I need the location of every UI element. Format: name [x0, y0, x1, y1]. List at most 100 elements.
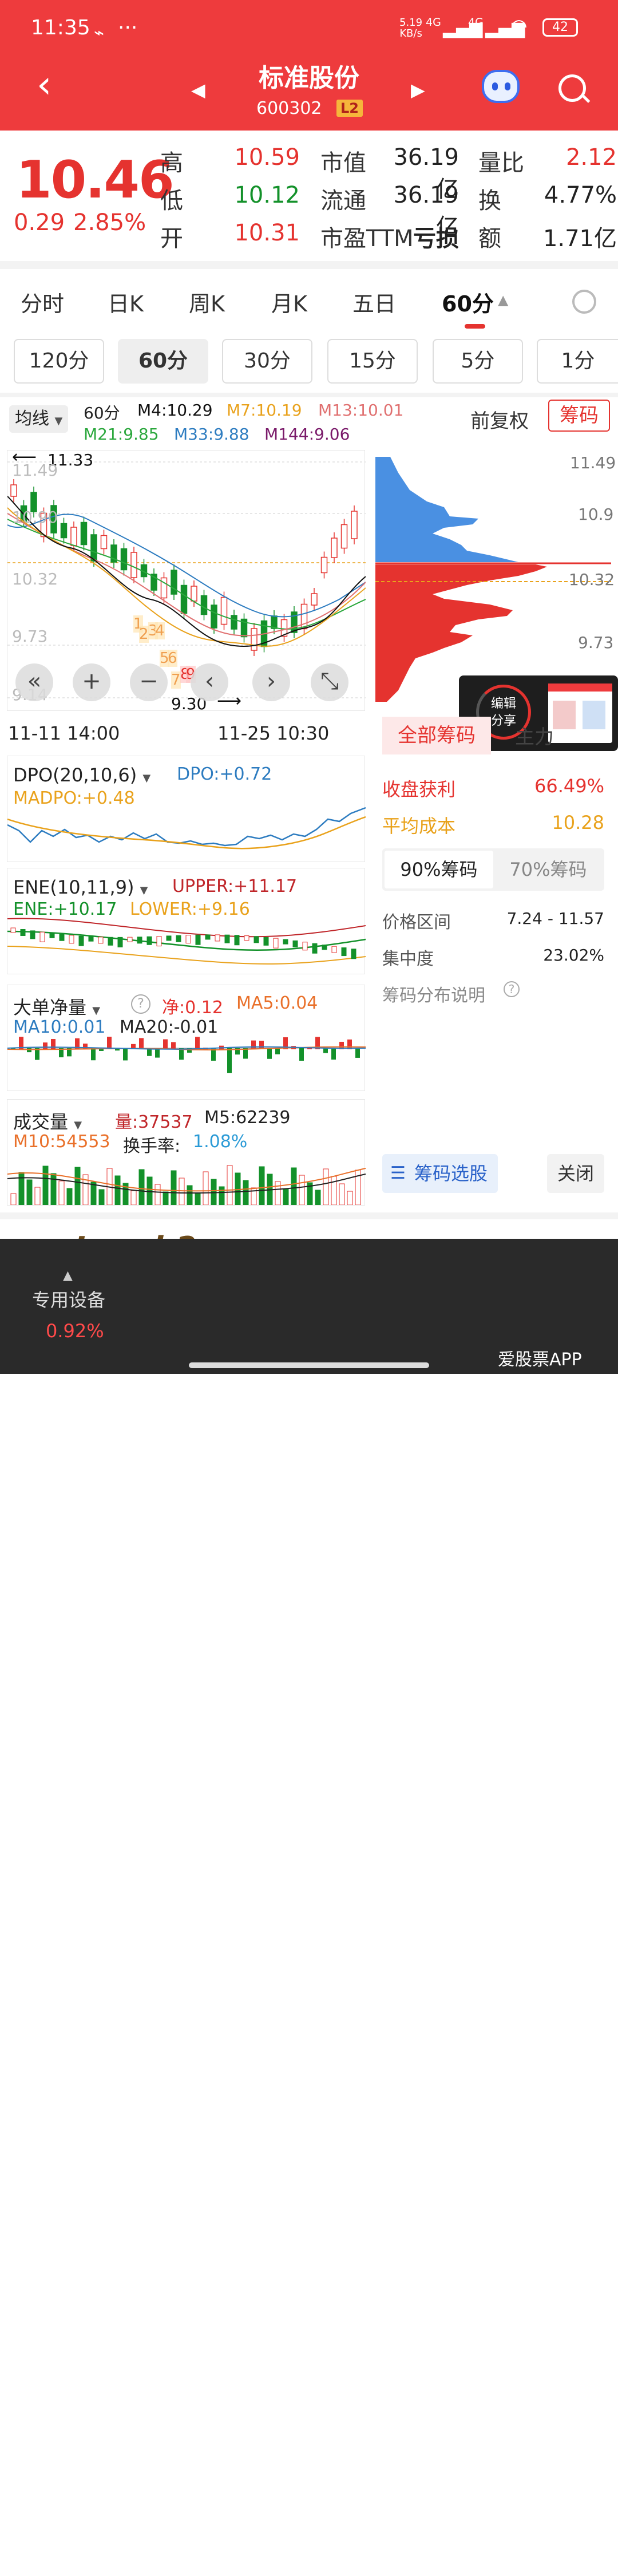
candle [215, 934, 220, 942]
volume-panel: 成交量 ▼ 量:37537 M5:62239 M10:54553 换手率: 1.… [7, 1099, 366, 1206]
tab-all-chips[interactable]: 全部筹码 [382, 717, 491, 754]
volume-bar [187, 1185, 193, 1205]
robot-assistant-icon[interactable] [482, 70, 520, 103]
candle [351, 511, 358, 539]
chip-percent-toggle: 90%筹码 70%筹码 [382, 848, 604, 891]
kline-panel: ⟵ 11.33 11.49 10.90 10.32 9.73 9.14 9.30… [7, 447, 366, 713]
zoom-in-button[interactable]: + [73, 663, 110, 701]
turnover-label: 换 [478, 188, 501, 214]
flow-bar [139, 1038, 144, 1049]
candle [320, 556, 328, 574]
screenshot-thumbnail [548, 683, 612, 743]
price-change: 0.29 [14, 210, 65, 236]
candle [331, 946, 337, 953]
pe-value: 亏损 [413, 226, 459, 252]
amount-value: 1.71亿 [542, 226, 617, 252]
search-icon[interactable] [558, 74, 586, 102]
candle [120, 548, 128, 571]
candle [130, 552, 137, 578]
zoom-out-left-button[interactable]: « [15, 663, 53, 701]
help-icon[interactable]: ? [504, 981, 520, 997]
minute-tab-5[interactable]: 5分 [433, 339, 523, 384]
tab-60min[interactable]: 60分 [442, 286, 494, 318]
volume-bar [50, 1173, 57, 1205]
chip-help-link[interactable]: 筹码分布说明 [382, 981, 485, 1006]
candle [191, 586, 197, 602]
minute-tab-1[interactable]: 1分 [537, 339, 618, 384]
tab-daily-k[interactable]: 日K [108, 286, 144, 318]
price-range-value: 7.24 - 11.57 [506, 909, 604, 928]
volume-bar [179, 1178, 185, 1205]
volume-bar [114, 1175, 121, 1205]
flow-bar [267, 1048, 272, 1059]
next-stock-icon[interactable]: ▶ [411, 79, 425, 101]
flow-bar [107, 1037, 112, 1049]
minute-tab-30[interactable]: 30分 [222, 339, 312, 384]
ene-chart [7, 918, 366, 965]
chip-button[interactable]: 筹码 [548, 400, 610, 432]
y-label-1: 11.49 [12, 461, 58, 480]
close-chip-button[interactable]: 关闭 [547, 1154, 604, 1193]
volume-bar [339, 1183, 345, 1205]
fuquan-toggle[interactable]: 前复权 [470, 405, 529, 433]
battery-icon: 42 [542, 18, 578, 37]
profit-label: 收盘获利 [382, 779, 456, 800]
minute-tab-15[interactable]: 15分 [327, 339, 418, 384]
tab-90-chips[interactable]: 90%筹码 [385, 851, 493, 888]
low-label: 低 [160, 188, 183, 214]
nav-functions[interactable]: 功能 [515, 2514, 601, 2576]
candle [211, 605, 217, 629]
volume-selector[interactable]: 成交量 ▼ [13, 1108, 82, 1134]
concentration-label: 集中度 [382, 949, 434, 969]
profit-value: 66.49% [534, 775, 604, 797]
candle [127, 937, 133, 942]
net-type-2: 4G [468, 16, 484, 29]
y-label-2: 10.90 [12, 508, 58, 527]
minute-tab-120[interactable]: 120分 [14, 339, 104, 384]
flow-ma5: MA5:0.04 [236, 993, 318, 1013]
candle [176, 935, 181, 942]
volume-bar [195, 1192, 201, 1205]
volume-bar [26, 1179, 33, 1205]
tab-70-chips[interactable]: 70%筹码 [494, 851, 602, 888]
ma-selector[interactable]: 均线 ▼ [9, 405, 69, 433]
minute-tab-60[interactable]: 60分 [118, 339, 208, 384]
ma-m33: M33:9.88 [174, 425, 249, 444]
volume-bar [331, 1176, 337, 1205]
dpo-panel: DPO(20,10,6) ▼ DPO:+0.72 MADPO:+0.48 [7, 756, 366, 862]
big-order-selector[interactable]: 大单净量 ▼ [13, 993, 100, 1020]
volume-value: 量:37537 [115, 1112, 193, 1132]
candle [302, 942, 308, 951]
candle [231, 615, 237, 630]
candle [220, 596, 228, 625]
zoom-out-button[interactable]: − [130, 663, 168, 701]
candle [244, 935, 249, 941]
nav-remove-watchlist[interactable]: 删自选 [397, 2514, 483, 2576]
nav-order[interactable]: 下单 [158, 2514, 244, 2576]
chip-stock-select-button[interactable]: ☰ 筹码选股 [382, 1154, 498, 1193]
candle [10, 927, 16, 933]
candle [78, 935, 84, 946]
tab-timeshare[interactable]: 分时 [21, 286, 64, 318]
pan-left-button[interactable]: ‹ [191, 663, 228, 701]
tab-weekly-k[interactable]: 周K [189, 286, 225, 318]
tab-five-day[interactable]: 五日 [352, 286, 396, 318]
candle [80, 521, 88, 546]
volume-bar [58, 1180, 65, 1205]
avg-cost-value: 10.28 [552, 812, 604, 833]
flow-bar [251, 1040, 256, 1049]
help-icon[interactable]: ? [131, 994, 150, 1014]
fullscreen-button[interactable]: ⤡ [311, 663, 348, 701]
candle [166, 935, 172, 941]
volume-bar [163, 1191, 169, 1205]
candle [251, 628, 258, 651]
settings-gear-icon[interactable] [572, 290, 596, 314]
pan-right-button[interactable]: › [252, 663, 290, 701]
nav-diagnose[interactable]: 诊股 [278, 2514, 364, 2576]
tab-monthly-k[interactable]: 月K [271, 286, 307, 318]
sector-name[interactable]: 专用设备 [32, 1286, 105, 1312]
tab-main-chips[interactable]: 主力 [515, 721, 554, 749]
dpo-selector[interactable]: DPO(20,10,6) ▼ [13, 764, 150, 786]
chip-axis-1: 11.49 [570, 453, 616, 472]
ene-selector[interactable]: ENE(10,11,9) ▼ [13, 876, 148, 898]
